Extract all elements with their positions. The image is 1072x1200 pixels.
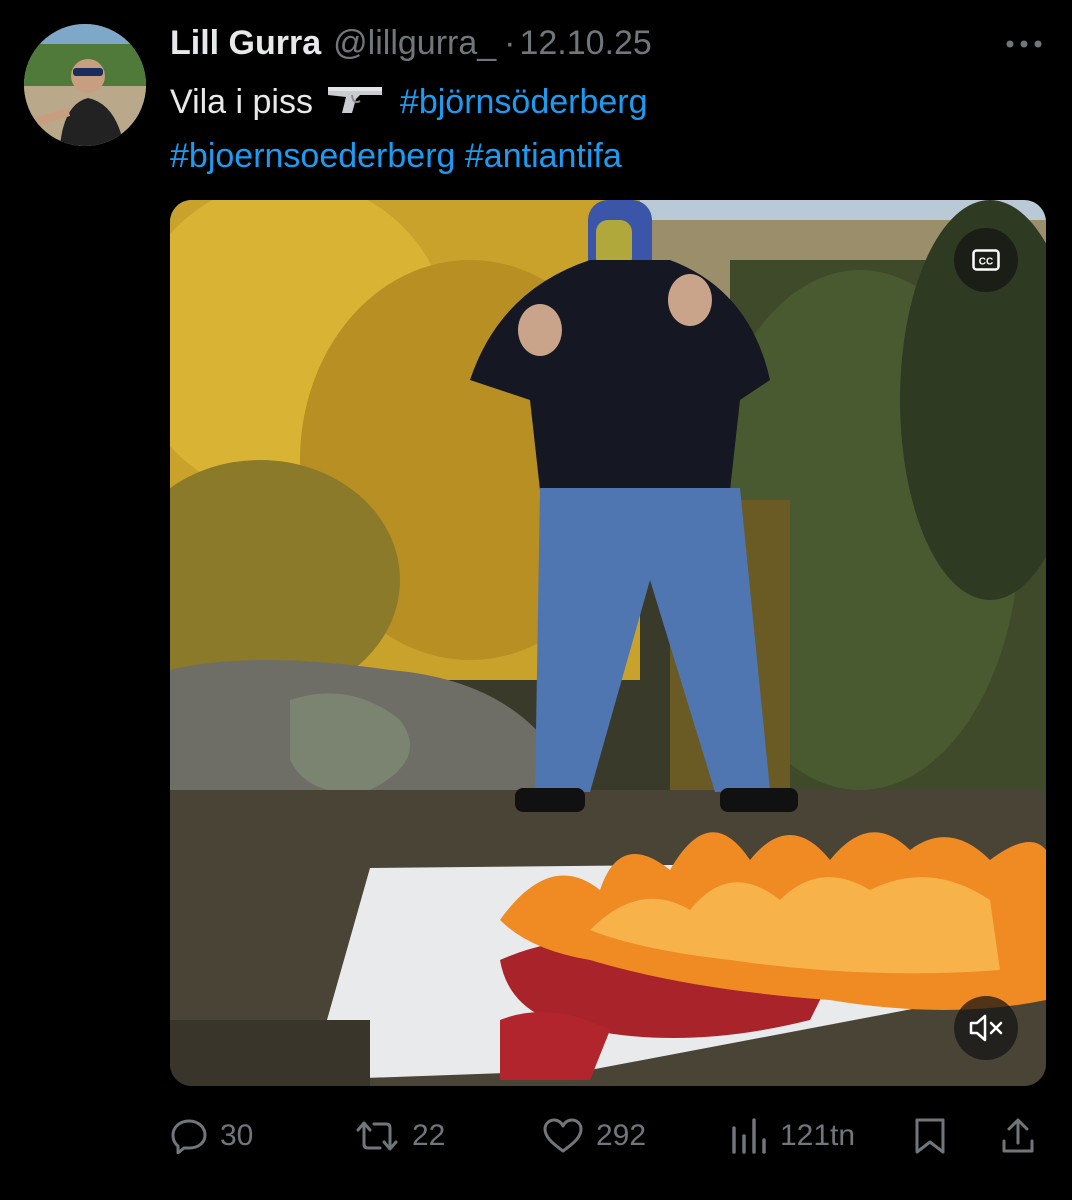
reply-icon	[171, 1119, 207, 1154]
speaker-muted-icon	[969, 1014, 1003, 1042]
captions-label: CC	[979, 257, 993, 268]
views-button[interactable]: 121tn	[730, 1108, 855, 1164]
pistol-icon	[326, 78, 384, 130]
view-count: 121tn	[780, 1119, 856, 1152]
separator-dot: ·	[504, 24, 516, 62]
repost-icon	[356, 1121, 398, 1151]
reply-count: 30	[220, 1119, 254, 1152]
like-count: 292	[596, 1119, 647, 1152]
tweet-timestamp[interactable]: 12.10.25	[519, 24, 651, 63]
tweet-header: Lill Gurra @lillgurra_ · 12.10.25	[170, 24, 652, 64]
tweet-text-plain: Vila i piss	[170, 83, 313, 121]
tweet-text: Vila i piss #björnsöderberg #bjoernsoede…	[170, 76, 1030, 182]
hashtag-link[interactable]: #bjoernsoederberg	[170, 137, 455, 175]
captions-button[interactable]: CC	[954, 228, 1018, 292]
reply-button[interactable]: 30	[170, 1108, 253, 1164]
tweet-action-bar: 30 22 292 121tn	[170, 1108, 1046, 1164]
repost-button[interactable]: 22	[354, 1108, 445, 1164]
bookmark-icon	[915, 1118, 945, 1154]
share-icon	[1002, 1118, 1034, 1153]
video-player[interactable]	[170, 200, 1046, 1086]
repost-count: 22	[412, 1119, 446, 1152]
closed-captions-icon: CC	[972, 249, 1000, 271]
like-button[interactable]: 292	[542, 1108, 646, 1164]
display-name[interactable]: Lill Gurra	[170, 24, 321, 63]
user-handle[interactable]: @lillgurra_	[333, 24, 496, 63]
views-chart-icon	[732, 1118, 766, 1154]
avatar[interactable]	[24, 24, 146, 146]
more-options-button[interactable]	[1000, 28, 1048, 60]
bookmark-button[interactable]	[914, 1108, 946, 1164]
hashtag-link[interactable]: #björnsöderberg	[400, 83, 648, 121]
share-button[interactable]	[1000, 1108, 1036, 1164]
more-icon	[1006, 40, 1042, 48]
mute-button[interactable]	[954, 996, 1018, 1060]
hashtag-link[interactable]: #antiantifa	[465, 137, 622, 175]
heart-icon	[543, 1118, 583, 1153]
